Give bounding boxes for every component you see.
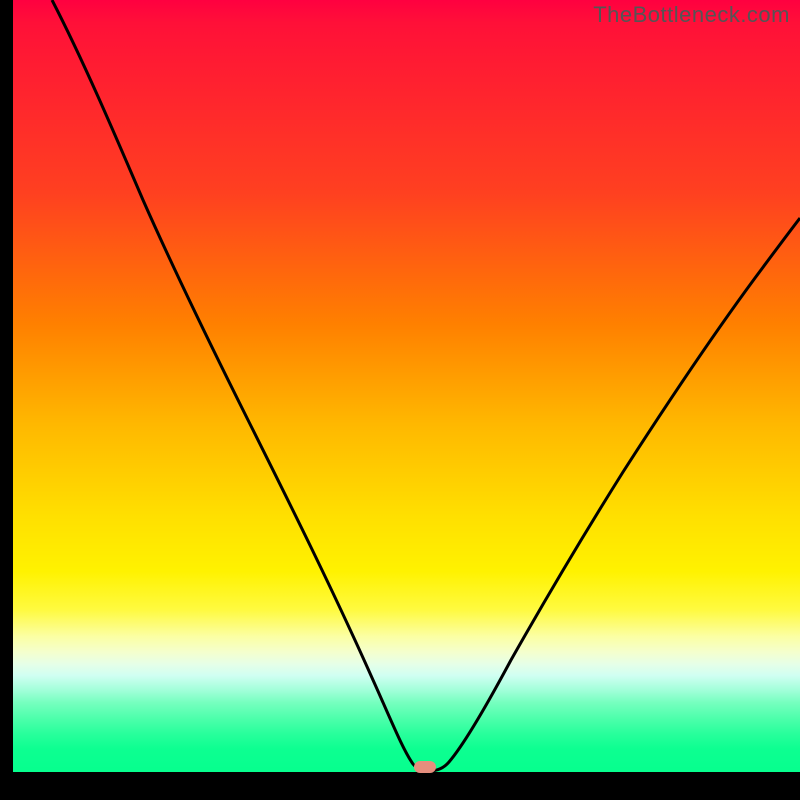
chart-frame: TheBottleneck.com (0, 0, 800, 800)
curve-path (52, 0, 800, 771)
bottleneck-curve (13, 0, 800, 787)
x-axis (0, 787, 800, 800)
optimal-marker (414, 761, 436, 773)
plot-area (13, 0, 800, 787)
watermark-text: TheBottleneck.com (593, 2, 790, 28)
y-axis (0, 0, 13, 800)
